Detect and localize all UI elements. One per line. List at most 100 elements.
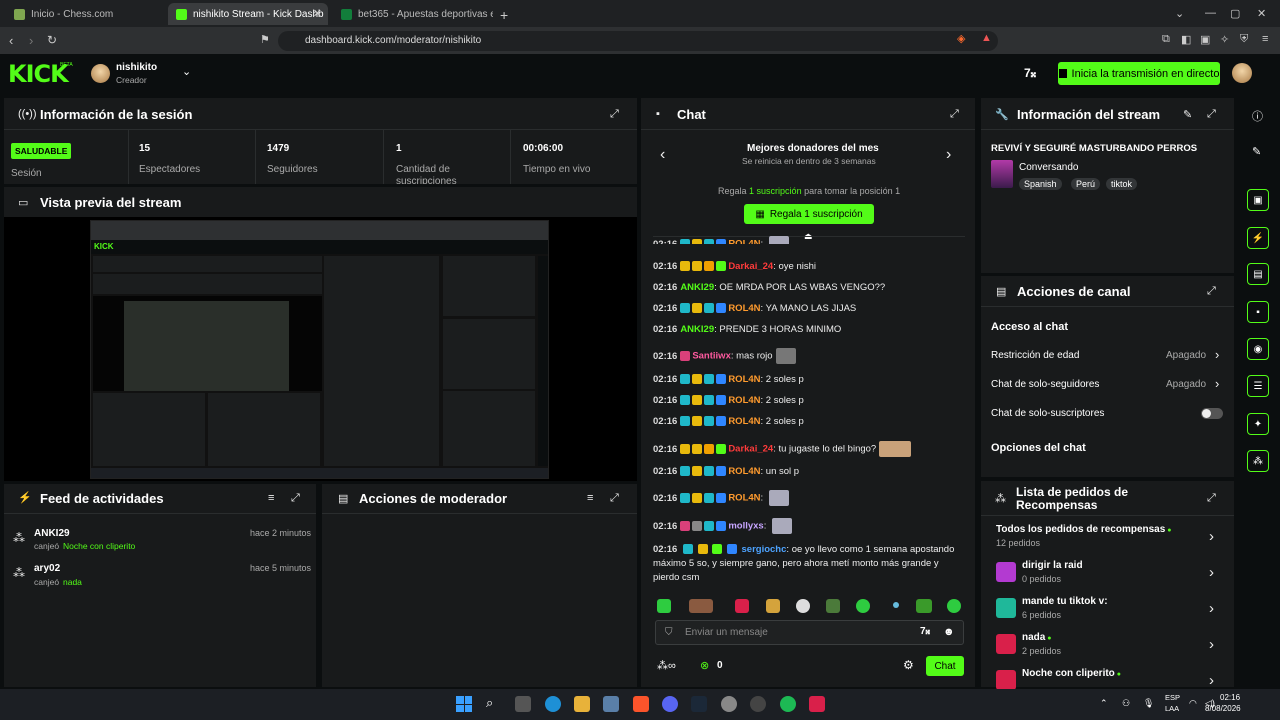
chevron-right-icon[interactable]: › xyxy=(1215,347,1219,362)
emote-icon[interactable] xyxy=(826,599,840,613)
age-restriction-value[interactable]: Apagado xyxy=(1166,350,1206,361)
chat-username[interactable]: ANKI29 xyxy=(680,324,714,335)
menu-icon[interactable]: ≡ xyxy=(1262,33,1268,45)
reward-name[interactable]: mande tu tiktok v: xyxy=(1022,596,1108,607)
chat-username[interactable]: Darkai_24 xyxy=(728,261,773,272)
network-icon[interactable]: ⚇ xyxy=(1122,698,1130,709)
emote-icon[interactable] xyxy=(766,599,780,613)
tab-list-icon[interactable]: ⌄ xyxy=(1175,7,1184,20)
kick-logo[interactable]: KICK xyxy=(8,62,69,86)
emote-icon[interactable] xyxy=(947,599,961,613)
screen-icon[interactable]: ▣ xyxy=(1247,189,1269,211)
emote-icon[interactable] xyxy=(796,599,810,613)
discord-icon[interactable] xyxy=(662,696,678,712)
tab-bet365[interactable]: bet365 - Apuestas deportivas en la m xyxy=(333,3,493,25)
chat-username[interactable]: ROL4N xyxy=(728,395,760,406)
chat-emote-icon[interactable] xyxy=(775,348,796,364)
brave-icon[interactable] xyxy=(633,696,649,712)
gift-sub-button[interactable]: ▦ Regala 1 suscripción xyxy=(744,204,874,224)
followers-only-value[interactable]: Apagado xyxy=(1166,379,1206,390)
filter-icon[interactable]: ≡ xyxy=(268,492,274,504)
bookmark-icon[interactable]: ⚑ xyxy=(260,33,270,46)
tab-chess[interactable]: Inicio - Chess.com xyxy=(6,3,166,25)
chat-username[interactable]: ROL4N xyxy=(728,416,760,427)
emote-icon[interactable] xyxy=(916,599,932,613)
reward-name[interactable]: Noche con cliperito ● xyxy=(1022,668,1121,679)
bolt-icon[interactable]: ⚡ xyxy=(1247,227,1269,249)
store-icon[interactable] xyxy=(603,696,619,712)
maximize-icon[interactable]: ▢ xyxy=(1230,7,1240,20)
leo-icon[interactable]: ✧ xyxy=(1220,33,1229,46)
chat-username[interactable]: ROL4N xyxy=(728,466,760,477)
edit-pencil-icon[interactable]: ✎ xyxy=(1252,145,1261,158)
emote-icon[interactable] xyxy=(856,599,870,613)
sidebar-icon[interactable]: ◧ xyxy=(1181,33,1191,46)
chevron-right-icon[interactable]: › xyxy=(1209,636,1214,653)
clock-time[interactable]: 02:16 xyxy=(1220,693,1240,702)
new-tab-icon[interactable]: + xyxy=(500,7,508,23)
document-icon[interactable]: ▤ xyxy=(1247,263,1269,285)
minimize-icon[interactable]: — xyxy=(1205,7,1216,19)
chevron-up-icon[interactable]: ⌃ xyxy=(1100,698,1108,709)
emote-icon[interactable] xyxy=(657,599,671,613)
stream-preview-video[interactable]: KICK xyxy=(90,220,549,479)
emoji-icon[interactable]: ☻ xyxy=(943,626,955,638)
vpn-icon[interactable]: ⛨ xyxy=(1240,33,1248,46)
prev-arrow-icon[interactable]: ‹ xyxy=(660,146,665,164)
chat-emote-icon[interactable] xyxy=(879,441,912,457)
emote-icon[interactable] xyxy=(689,599,713,613)
chevron-right-icon[interactable]: › xyxy=(1209,528,1214,545)
chat-username[interactable]: mollyxs xyxy=(728,521,763,532)
app-icon[interactable] xyxy=(721,696,737,712)
chevron-down-icon[interactable]: ⌄ xyxy=(182,65,191,78)
chevron-right-icon[interactable]: › xyxy=(1209,564,1214,581)
popout-icon[interactable]: ⤢ xyxy=(291,492,300,505)
wallet-icon[interactable]: ▣ xyxy=(1200,33,1210,46)
wifi-icon[interactable]: ◠ xyxy=(1189,698,1197,709)
github-icon[interactable] xyxy=(750,696,766,712)
edit-pencil-icon[interactable]: ✎ xyxy=(1183,108,1192,121)
list-icon[interactable]: ☰ xyxy=(1247,375,1269,397)
reward-name[interactable]: nada ● xyxy=(1022,632,1052,643)
reward-name[interactable]: Todos los pedidos de recompensas ● xyxy=(996,524,1171,535)
url-field[interactable]: dashboard.kick.com/moderator/nishikito xyxy=(278,31,998,51)
reward-icon[interactable]: ⁂ xyxy=(1247,450,1269,472)
chat-username[interactable]: ANKI29 xyxy=(680,282,714,293)
popout-icon[interactable]: ⤢ xyxy=(1207,108,1216,121)
mic-icon[interactable]: 🎙 xyxy=(1143,698,1154,709)
popout-icon[interactable]: ⤢ xyxy=(610,108,619,121)
wrench-icon[interactable]: ✦ xyxy=(1247,413,1269,435)
kick-bot-icon[interactable]: 7𝄪 xyxy=(920,626,930,637)
info-icon[interactable]: ⓘ xyxy=(1252,108,1263,124)
popout-icon[interactable]: ⤢ xyxy=(950,108,959,121)
filter-icon[interactable]: ≡ xyxy=(587,492,593,504)
chat-username[interactable]: ROL4N xyxy=(728,374,760,385)
chevron-right-icon[interactable]: › xyxy=(1215,376,1219,391)
chat-username[interactable]: ROL4N xyxy=(728,239,760,244)
reload-icon[interactable]: ↻ xyxy=(47,33,57,47)
brave-rewards-icon[interactable]: ▲ xyxy=(981,32,992,44)
popout-icon[interactable]: ⤢ xyxy=(1207,285,1216,298)
forward-icon[interactable]: › xyxy=(29,33,33,48)
gift-link[interactable]: 1 suscripción xyxy=(749,186,802,196)
chat-emote-icon[interactable] xyxy=(771,518,792,534)
start-live-button[interactable]: Inicia la transmisión en directo xyxy=(1058,62,1220,85)
kick-bot-icon[interactable]: 7𝄪 xyxy=(1024,66,1036,81)
reward-name[interactable]: dirigir la raid xyxy=(1022,560,1083,571)
search-icon[interactable]: ⌕ xyxy=(486,695,493,711)
language-indicator[interactable]: ESP xyxy=(1165,693,1180,702)
chat-emote-icon[interactable] xyxy=(768,236,789,244)
chat-input[interactable]: ⛉ Enviar un mensaje 7𝄪 ☻ xyxy=(655,620,964,645)
popout-icon[interactable]: ⤢ xyxy=(1207,492,1216,505)
chevron-right-icon[interactable]: › xyxy=(1209,600,1214,617)
emote-icon[interactable] xyxy=(893,602,899,608)
close-tab-icon[interactable]: ✕ xyxy=(313,7,322,20)
broadcast-icon[interactable]: ◉ xyxy=(1247,338,1269,360)
chat-username[interactable]: Darkai_24 xyxy=(728,444,773,455)
chat-username[interactable]: ROL4N xyxy=(728,493,760,504)
subs-only-toggle[interactable] xyxy=(1201,408,1223,419)
next-arrow-icon[interactable]: › xyxy=(946,146,951,164)
settings-gear-icon[interactable]: ⚙ xyxy=(903,658,914,672)
close-window-icon[interactable]: ✕ xyxy=(1257,7,1266,20)
avatar[interactable] xyxy=(91,64,110,83)
